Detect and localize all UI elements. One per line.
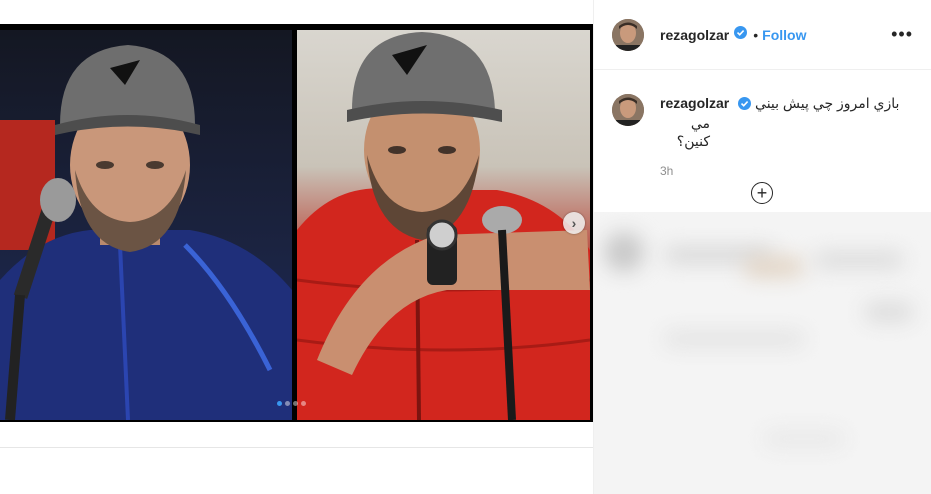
caption-line-2: مي كنين؟ <box>676 115 710 149</box>
add-comment-icon[interactable]: + <box>751 182 773 204</box>
follow-button[interactable]: Follow <box>762 27 806 43</box>
carousel-dot <box>301 401 306 406</box>
caption-body: rezagolzar بازي امروز چي پيش بيني مي كني… <box>660 94 900 178</box>
post-header: rezagolzar • Follow ••• <box>594 0 931 70</box>
photo-right <box>297 30 590 420</box>
carousel-indicator <box>277 401 306 406</box>
carousel-dot <box>277 401 282 406</box>
post-sidebar: rezagolzar • Follow ••• rezagolzar بازي … <box>593 0 931 494</box>
carousel-next-icon[interactable]: › <box>563 212 585 234</box>
caption-line-1: بازي امروز چي پيش بيني <box>755 95 900 111</box>
caption-comment: rezagolzar بازي امروز چي پيش بيني مي كني… <box>594 70 931 178</box>
avatar[interactable] <box>612 18 644 51</box>
separator-dot: • <box>753 26 759 43</box>
username[interactable]: rezagolzar <box>660 27 729 43</box>
comment-username[interactable]: rezagolzar <box>660 95 729 111</box>
verified-badge-icon <box>738 96 752 114</box>
caption-text: rezagolzar بازي امروز چي پيش بيني مي كني… <box>660 94 900 150</box>
verified-badge-icon <box>734 25 748 44</box>
carousel-dot <box>285 401 290 406</box>
blurred-overlay <box>594 212 931 494</box>
avatar[interactable] <box>612 94 644 126</box>
more-options-icon[interactable]: ••• <box>891 24 913 45</box>
carousel-dot <box>293 401 298 406</box>
post-media[interactable]: › <box>0 24 593 422</box>
divider <box>0 447 593 448</box>
photo-left <box>0 30 292 420</box>
post-timestamp[interactable]: 3h <box>660 164 900 178</box>
